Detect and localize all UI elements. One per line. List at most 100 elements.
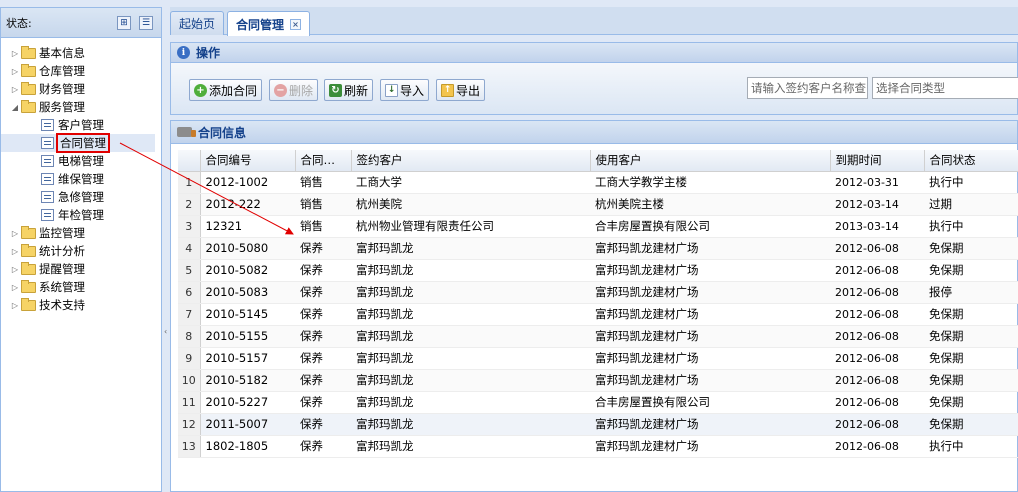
sidebar-item-label: 电梯管理 — [58, 154, 104, 168]
expand-all-icon[interactable]: ⊞ — [117, 15, 131, 30]
operations-panel-title: i 操作 — [171, 43, 1017, 63]
sidebar-item[interactable]: 急修管理 — [1, 188, 161, 206]
row-number: 11 — [178, 391, 201, 414]
collapsed-arrow-icon[interactable]: ▷ — [9, 49, 21, 58]
delete-icon: − — [274, 83, 287, 97]
panel-splitter[interactable]: ‹ — [162, 7, 170, 492]
folder-icon — [21, 261, 36, 275]
table-cell: 2012-03-14 — [830, 193, 924, 216]
table-row[interactable]: 7 2010-5145 保养 富邦玛凯龙 富邦玛凯龙建材广场 2012-06-08 免保期 — [178, 303, 1018, 326]
navigation-title: 状态: — [6, 16, 32, 30]
collapsed-arrow-icon[interactable]: ▷ — [9, 265, 21, 274]
table-row[interactable]: 8 2010-5155 保养 富邦玛凯龙 富邦玛凯龙建材广场 2012-06-08 免保期 — [178, 325, 1018, 348]
contract-grid: 合同编号 合同… 签约客户 使用客户 到期时间 合同状态 1 2012-1002 销… — [178, 150, 1018, 458]
table-cell: 免保期 — [924, 325, 1018, 348]
table-cell: 执行中 — [924, 215, 1018, 238]
sidebar-item-label: 合同管理 — [56, 133, 110, 153]
folder-icon — [21, 81, 36, 95]
sidebar-item[interactable]: ◢ 服务管理 — [1, 98, 161, 116]
table-cell: 执行中 — [924, 435, 1018, 458]
contract-type-select[interactable]: 选择合同类型 — [872, 77, 1018, 99]
table-cell: 富邦玛凯龙建材广场 — [590, 347, 830, 370]
folder-icon — [21, 279, 36, 293]
delete-button[interactable]: − 删除 — [269, 79, 319, 101]
sidebar-item[interactable]: ▷ 财务管理 — [1, 80, 161, 98]
table-cell: 富邦玛凯龙建材广场 — [590, 435, 830, 458]
table-row[interactable]: 5 2010-5082 保养 富邦玛凯龙 富邦玛凯龙建材广场 2012-06-08 免保期 — [178, 259, 1018, 282]
collapsed-arrow-icon[interactable]: ▷ — [9, 247, 21, 256]
add-contract-button[interactable]: + 添加合同 — [189, 79, 263, 101]
table-cell: 保养 — [295, 391, 351, 414]
sidebar-item[interactable]: ▷ 系统管理 — [1, 278, 161, 296]
column-header-contract-no[interactable]: 合同编号 — [200, 150, 296, 172]
table-row[interactable]: 12 2011-5007 保养 富邦玛凯龙 富邦玛凯龙建材广场 2012-06-08 免保期 — [178, 413, 1018, 436]
table-row[interactable]: 13 1802-1805 保养 富邦玛凯龙 富邦玛凯龙建材广场 2012-06-08 执行中 — [178, 435, 1018, 458]
folder-icon — [21, 225, 36, 239]
sidebar-item-label: 统计分析 — [39, 244, 85, 258]
column-header-contract-status[interactable]: 合同状态 — [924, 150, 1018, 172]
collapsed-arrow-icon[interactable]: ▷ — [9, 301, 21, 310]
table-cell: 销售 — [295, 215, 351, 238]
collapsed-arrow-icon[interactable]: ▷ — [9, 85, 21, 94]
sidebar-item[interactable]: 维保管理 — [1, 170, 161, 188]
table-cell: 免保期 — [924, 259, 1018, 282]
export-label: 导出 — [456, 83, 481, 98]
sidebar-item[interactable]: 合同管理 — [1, 133, 155, 153]
table-cell: 2010-5182 — [200, 369, 295, 392]
expanded-arrow-icon[interactable]: ◢ — [9, 103, 21, 112]
refresh-button[interactable]: ↻ 刷新 — [324, 79, 374, 101]
sidebar-item[interactable]: ▷ 提醒管理 — [1, 260, 161, 278]
row-number: 10 — [178, 369, 201, 392]
sidebar-item[interactable]: ▷ 统计分析 — [1, 242, 161, 260]
collapsed-arrow-icon[interactable]: ▷ — [9, 67, 21, 76]
column-header-expiry-date[interactable]: 到期时间 — [830, 150, 925, 172]
table-cell: 2012-06-08 — [830, 303, 924, 326]
column-header-contract-type[interactable]: 合同… — [295, 150, 352, 172]
collapse-all-icon[interactable]: ☰ — [139, 15, 153, 30]
table-cell: 富邦玛凯龙建材广场 — [590, 237, 830, 260]
collapsed-arrow-icon[interactable]: ▷ — [9, 283, 21, 292]
import-button[interactable]: ↓ 导入 — [380, 79, 430, 101]
table-row[interactable]: 3 12321 销售 杭州物业管理有限责任公司 合丰房屋置换有限公司 2013-03-14… — [178, 215, 1018, 238]
sidebar-item[interactable]: 电梯管理 — [1, 152, 161, 170]
sidebar-item[interactable]: 年检管理 — [1, 206, 161, 224]
document-icon — [41, 155, 54, 167]
table-row[interactable]: 10 2010-5182 保养 富邦玛凯龙 富邦玛凯龙建材广场 2012-06-08 免保期 — [178, 369, 1018, 392]
table-cell: 工商大学教学主楼 — [590, 171, 830, 194]
table-cell: 保养 — [295, 237, 351, 260]
sidebar-item[interactable]: 客户管理 — [1, 116, 161, 134]
table-cell: 销售 — [295, 171, 351, 194]
table-row[interactable]: 2 2012-222 销售 杭州美院 杭州美院主楼 2012-03-14 过期 — [178, 193, 1018, 216]
document-icon — [41, 137, 54, 149]
table-cell: 2012-06-08 — [830, 259, 924, 282]
table-row[interactable]: 6 2010-5083 保养 富邦玛凯龙 富邦玛凯龙建材广场 2012-06-08 报停 — [178, 281, 1018, 304]
collapsed-arrow-icon[interactable]: ▷ — [9, 229, 21, 238]
export-button[interactable]: ↑ 导出 — [436, 79, 486, 101]
tab-contract-management[interactable]: 合同管理 × — [227, 11, 311, 36]
table-row[interactable]: 9 2010-5157 保养 富邦玛凯龙 富邦玛凯龙建材广场 2012-06-08 免保期 — [178, 347, 1018, 370]
sidebar-item[interactable]: ▷ 技术支持 — [1, 296, 161, 314]
document-icon — [41, 209, 54, 221]
sidebar-item[interactable]: ▷ 监控管理 — [1, 224, 161, 242]
table-cell: 合丰房屋置换有限公司 — [590, 391, 830, 414]
table-row[interactable]: 11 2010-5227 保养 富邦玛凯龙 合丰房屋置换有限公司 2012-06-08 免保… — [178, 391, 1018, 414]
table-cell: 2012-222 — [200, 193, 295, 216]
table-row[interactable]: 4 2010-5080 保养 富邦玛凯龙 富邦玛凯龙建材广场 2012-06-08 免保期 — [178, 237, 1018, 260]
table-cell: 2012-06-08 — [830, 413, 924, 436]
table-cell: 销售 — [295, 193, 351, 216]
table-cell: 2012-06-08 — [830, 435, 924, 458]
table-cell: 富邦玛凯龙建材广场 — [590, 413, 830, 436]
sidebar-item-label: 仓库管理 — [39, 64, 85, 78]
table-cell: 杭州美院 — [351, 193, 590, 216]
sidebar-item[interactable]: ▷ 仓库管理 — [1, 62, 161, 80]
close-tab-icon[interactable]: × — [290, 18, 302, 30]
column-header-signing-customer[interactable]: 签约客户 — [351, 150, 591, 172]
tab-start-page[interactable]: 起始页 — [170, 11, 225, 35]
table-cell: 2010-5227 — [200, 391, 295, 414]
collapse-left-icon[interactable]: ‹ — [164, 327, 167, 336]
sidebar-item[interactable]: ▷ 基本信息 — [1, 44, 161, 62]
table-row[interactable]: 1 2012-1002 销售 工商大学 工商大学教学主楼 2012-03-31 执行中 — [178, 171, 1018, 194]
customer-search-input[interactable]: 请输入签约客户名称查 — [747, 77, 868, 99]
row-number: 5 — [178, 259, 201, 282]
column-header-using-customer[interactable]: 使用客户 — [590, 150, 831, 172]
